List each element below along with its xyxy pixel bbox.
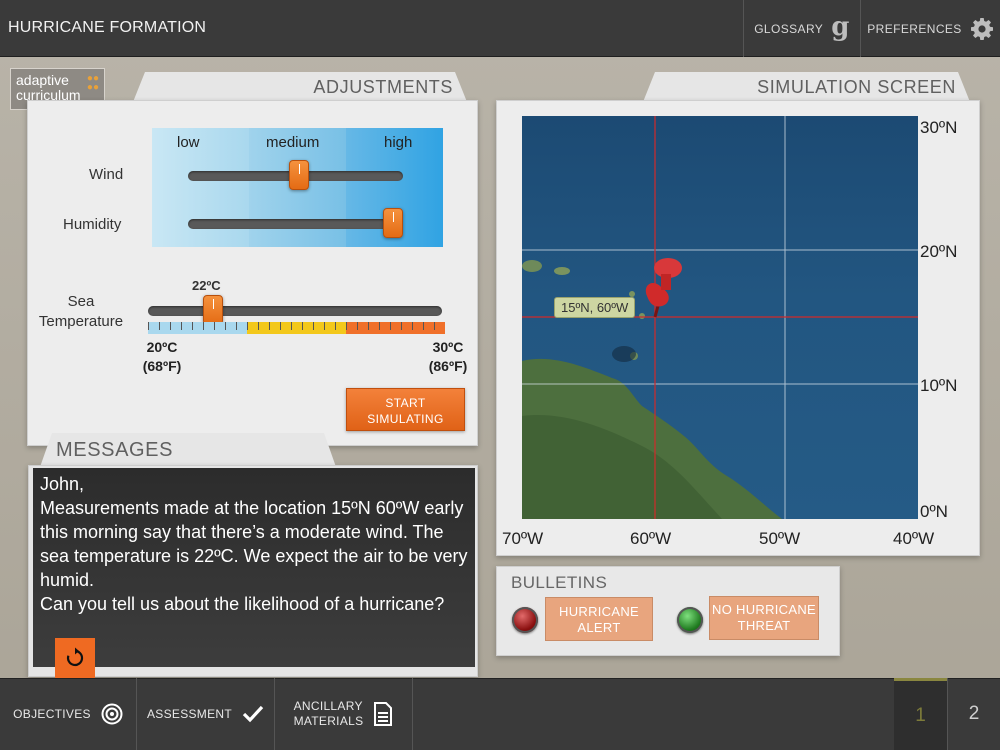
pin-coordinates-label: 15ºN, 60ºW: [554, 297, 636, 318]
glossary-label: GLOSSARY: [754, 21, 824, 36]
sea-temperature-label-line1: Sea: [67, 293, 95, 310]
message-text: Measurements made at the location 15ºN 6…: [40, 498, 468, 590]
sea-temperature-label-line2: Temperature: [38, 313, 124, 330]
reset-button[interactable]: [55, 638, 95, 678]
no-hurricane-line2: THREAT: [737, 618, 791, 633]
lat-label-10n: 10ºN: [920, 376, 958, 395]
page-title: HURRICANE FORMATION: [8, 19, 207, 36]
simulation-screen-tab: SIMULATION SCREEN: [643, 72, 970, 102]
sea-temperature-value: 22ºC: [192, 278, 221, 293]
start-label-line1: START: [385, 396, 426, 410]
island-puerto-rico: [554, 267, 570, 275]
lon-label-60w: 60ºW: [630, 529, 672, 548]
page-2-button[interactable]: 2: [947, 678, 1000, 750]
temperature-max-label: 30ºC (86ºF): [423, 338, 473, 376]
island-windward: [639, 313, 645, 319]
glossary-button[interactable]: GLOSSARY g: [743, 0, 860, 57]
message-body: John, Measurements made at the location …: [33, 468, 475, 667]
lat-label-20n: 20ºN: [920, 242, 958, 261]
temperature-min-label: 20ºC (68ºF): [137, 338, 187, 376]
assessment-button[interactable]: ASSESSMENT: [137, 678, 275, 750]
preferences-button[interactable]: PREFERENCES: [860, 0, 1000, 57]
island-hispaniola: [522, 260, 542, 272]
ancillary-label-line1: ANCILLARY: [293, 699, 363, 713]
messages-tab: MESSAGES: [40, 433, 336, 467]
lon-label-40w: 40ºW: [893, 529, 935, 548]
ancillary-label-line2: MATERIALS: [293, 714, 364, 728]
hurricane-alert-indicator-icon: [512, 607, 538, 633]
message-greeting: John,: [40, 474, 85, 494]
ancillary-materials-button[interactable]: ANCILLARY MATERIALS: [275, 678, 413, 750]
temperature-tick-marks: [148, 322, 445, 330]
ancillary-label: ANCILLARY MATERIALS: [294, 699, 364, 729]
scale-label-low: low: [177, 134, 200, 151]
no-hurricane-indicator-icon: [677, 607, 703, 633]
sea-temperature-slider-thumb[interactable]: [202, 295, 223, 325]
wind-slider-thumb[interactable]: [289, 160, 310, 190]
temperature-min-f: (68ºF): [142, 358, 182, 374]
temperature-max-f: (86ºF): [428, 358, 468, 374]
objectives-button[interactable]: OBJECTIVES: [0, 678, 137, 750]
lat-label-30n: 30ºN: [920, 118, 958, 137]
sea-temperature-slider-track[interactable]: [148, 306, 442, 316]
top-bar: HURRICANE FORMATION GLOSSARY g PREFERENC…: [0, 0, 1000, 57]
hurricane-alert-line2: ALERT: [577, 620, 621, 635]
scale-low-zone: [152, 128, 249, 247]
wind-label: Wind: [89, 166, 124, 183]
adjustments-tab: ADJUSTMENTS: [133, 72, 467, 102]
page-1-button[interactable]: 1: [894, 678, 947, 750]
logo-mark-icon: ●● ●●: [86, 73, 99, 93]
scale-label-high: high: [384, 134, 413, 151]
glossary-icon: g: [831, 11, 850, 42]
message-question: Can you tell us about the likelihood of …: [40, 594, 445, 614]
lat-label-0n: 0ºN: [920, 502, 948, 521]
sea-temperature-label: Sea Temperature: [36, 292, 126, 332]
no-hurricane-line1: NO HURRICANE: [712, 602, 816, 617]
temperature-max-c: 30ºC: [432, 339, 464, 355]
bulletins-title: BULLETINS: [511, 573, 608, 592]
assessment-label: ASSESSMENT: [146, 707, 233, 721]
humidity-slider-track[interactable]: [188, 219, 403, 229]
preferences-label: PREFERENCES: [867, 21, 962, 36]
objectives-label: OBJECTIVES: [13, 707, 91, 721]
temperature-min-c: 20ºC: [146, 339, 178, 355]
lon-label-50w: 50ºW: [759, 529, 801, 548]
scale-label-medium: medium: [266, 134, 320, 151]
start-label-line2: SIMULATING: [367, 412, 444, 426]
reset-icon: [66, 647, 84, 667]
target-icon: [101, 703, 123, 725]
checkmark-icon: [242, 705, 264, 723]
humidity-label: Humidity: [63, 216, 122, 233]
no-hurricane-threat-button[interactable]: NO HURRICANE THREAT: [709, 596, 819, 640]
hurricane-alert-line1: HURRICANE: [559, 604, 639, 619]
document-icon: [374, 702, 393, 726]
start-simulating-button[interactable]: START SIMULATING: [346, 388, 465, 431]
gear-icon: [970, 17, 993, 40]
hurricane-alert-button[interactable]: HURRICANE ALERT: [545, 597, 653, 641]
humidity-slider-thumb[interactable]: [383, 208, 403, 238]
lon-label-70w: 70ºW: [502, 529, 544, 548]
